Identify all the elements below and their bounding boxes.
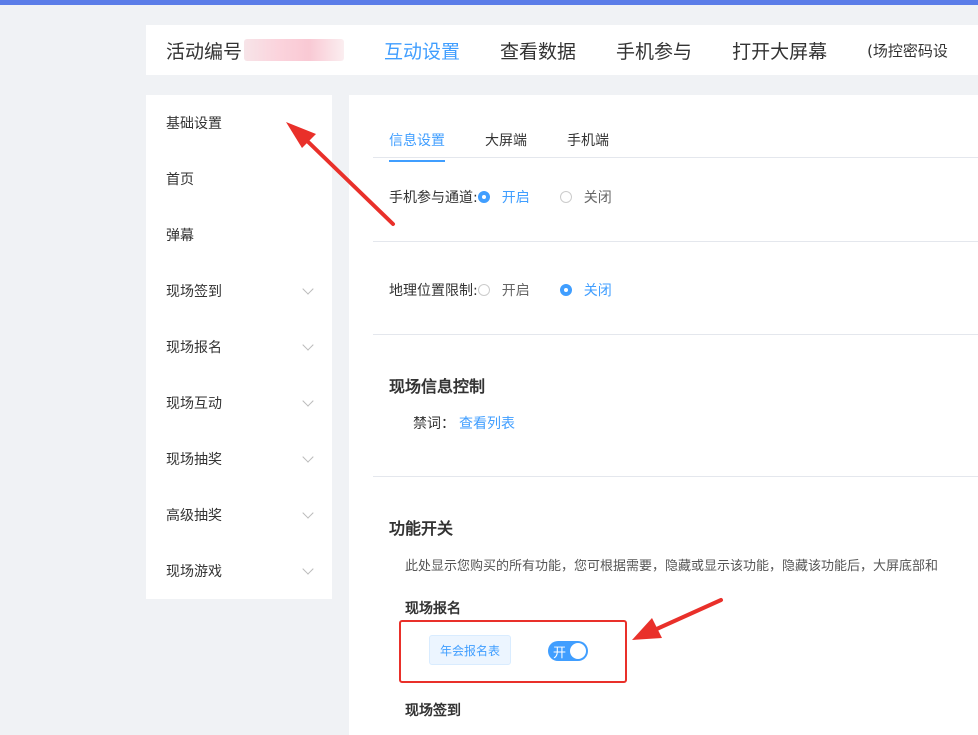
arrow-to-signup-switch [632,598,723,640]
annotation-arrows [286,122,723,640]
arrow-to-basic-settings [286,122,395,226]
